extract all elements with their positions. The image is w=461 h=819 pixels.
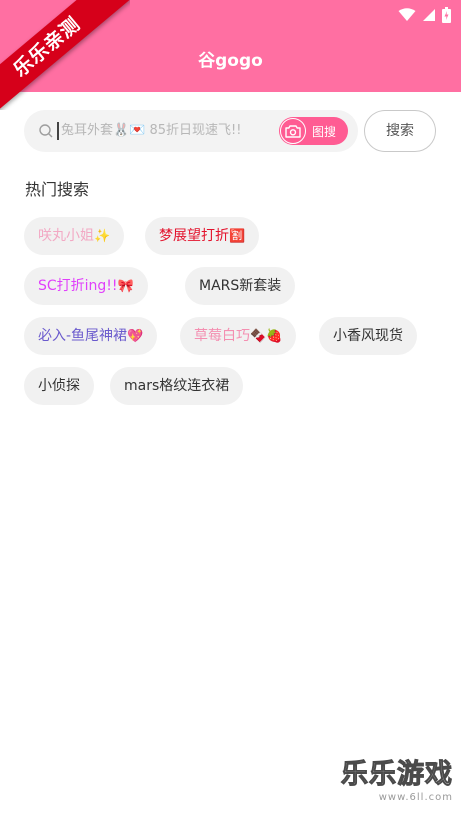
hot-search-title: 热门搜索 [25,180,90,199]
hot-search-tag[interactable]: 草莓白巧🍫🍓 [180,317,297,355]
tag-label: MARS新套装 [199,278,282,294]
tag-label: 梦展望打折 [159,228,229,244]
image-search-label: 图搜 [312,124,337,139]
tag-label: 草莓白巧 [194,328,250,344]
tag-label: mars格纹连衣裙 [124,378,230,394]
ribbon-label: 乐乐亲测 [0,0,130,110]
hot-search-tag[interactable]: 梦展望打折🈹 [145,217,260,255]
search-button[interactable]: 搜索 [364,110,436,152]
discount-emoji: 🈹 [229,229,246,244]
status-bar [398,6,451,24]
tag-label: 咲丸小姐 [38,228,94,244]
watermark-brand: 乐乐游戏 [341,759,453,791]
tag-label: 小侦探 [38,378,80,394]
search-icon [39,124,53,138]
signal-icon [423,9,435,21]
ribbon-emoji: 🎀 [117,279,134,294]
hot-search-tag[interactable]: 小香风现货 [319,317,417,355]
battery-icon [442,7,451,23]
promo-ribbon: 乐乐亲测 [0,0,130,110]
watermark-url: www.6ll.com [378,792,453,803]
tag-label: SC打折ing!! [38,278,118,294]
search-input[interactable]: 兔耳外套🐰💌 85折日现速飞!! 图搜 [24,110,358,152]
hot-search-tag[interactable]: 小侦探 [24,367,94,405]
wifi-icon [398,8,416,21]
tag-label: 小香风现货 [333,328,403,344]
text-cursor [57,122,59,140]
tag-label: 必入-鱼尾神裙 [38,328,128,344]
hot-search-tag[interactable]: SC打折ing!!🎀 [24,267,148,305]
image-search-button[interactable]: 图搜 [279,117,348,145]
hot-search-tag[interactable]: mars格纹连衣裙 [110,367,244,405]
chocolate-strawberry-emoji: 🍫🍓 [250,329,283,344]
search-placeholder: 兔耳外套🐰💌 85折日现速飞!! [61,123,242,138]
hot-search-tag[interactable]: 咲丸小姐✨ [24,217,125,255]
hot-search-tag[interactable]: MARS新套装 [185,267,296,305]
sparkle-emoji: ✨ [94,229,111,244]
heart-emoji: 💖 [127,329,144,344]
watermark: 乐乐游戏 www.6ll.com [333,759,453,809]
hot-search-tag[interactable]: 必入-鱼尾神裙💖 [24,317,158,355]
camera-icon [280,118,306,144]
